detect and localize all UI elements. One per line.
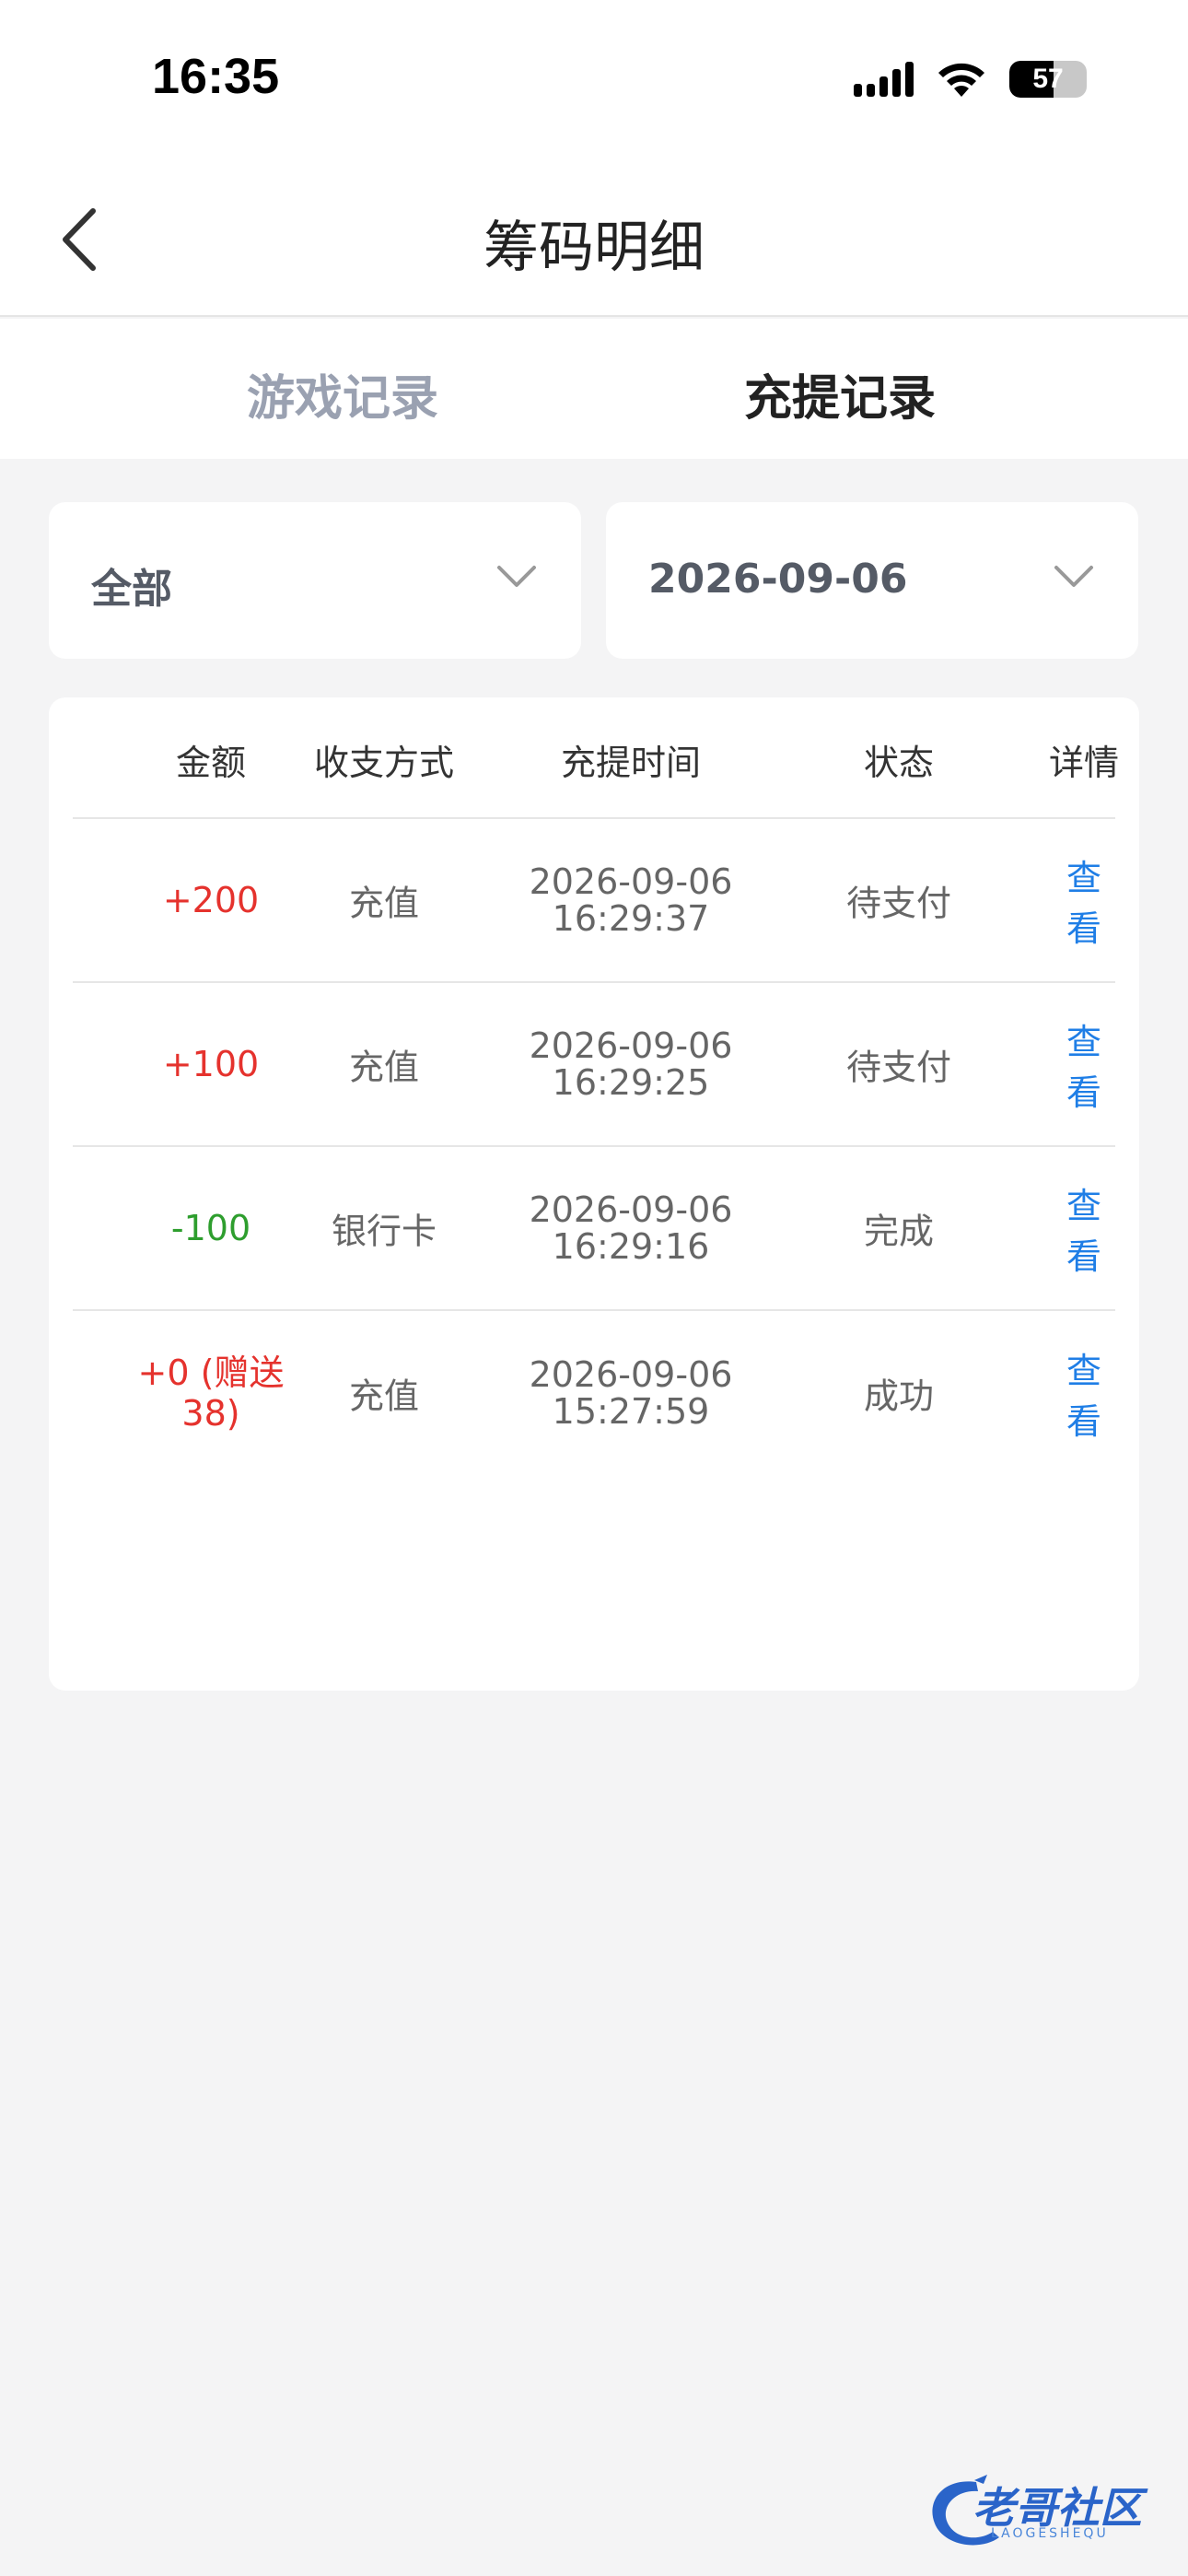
wifi-icon <box>938 63 984 97</box>
view-detail-link[interactable]: 查看 <box>1066 1013 1101 1115</box>
row-status: 待支付 <box>845 883 952 924</box>
chevron-down-icon <box>497 566 536 587</box>
row-time-text: 16:29:25 <box>552 1062 710 1103</box>
view-detail-link[interactable]: 查看 <box>1066 849 1101 951</box>
row-status: 成功 <box>863 1376 935 1417</box>
tab-game-records[interactable]: 游戏记录 <box>247 359 438 428</box>
row-status: 完成 <box>863 1211 935 1252</box>
row-amount-line1: +0 (赠送 <box>137 1352 285 1393</box>
date-filter-value: 2026-09-06 <box>648 556 908 603</box>
chevron-down-icon <box>1054 566 1093 587</box>
watermark-logo: 老哥社区 LAOGESHEQU <box>921 2469 1179 2561</box>
page: 16:35 57 筹码明细 游戏记录 充提记录 全部 2026-09-06 金额… <box>0 0 1188 2576</box>
row-date-text: 2026-09-06 <box>529 861 733 902</box>
table-row: +0 (赠送 38) 充值 2026-09-06 15:27:59 成功 查看 <box>73 1311 1115 1475</box>
column-header-time: 充提时间 <box>560 743 702 783</box>
column-header-detail: 详情 <box>1048 743 1120 783</box>
row-amount-line2: 38) <box>181 1393 240 1434</box>
row-time-text: 16:29:16 <box>552 1226 710 1267</box>
column-header-status: 状态 <box>863 743 935 783</box>
row-method: 充值 <box>348 883 420 924</box>
row-date-text: 2026-09-06 <box>529 1025 733 1066</box>
view-detail-link[interactable]: 查看 <box>1066 1177 1101 1279</box>
page-title: 筹码明细 <box>483 216 705 280</box>
row-method: 充值 <box>348 1376 420 1417</box>
row-status: 待支付 <box>845 1047 952 1088</box>
row-time-text: 15:27:59 <box>552 1391 710 1432</box>
row-amount: +0 (赠送 38) <box>128 1352 294 1434</box>
row-date-text: 2026-09-06 <box>529 1189 733 1230</box>
column-header-amount: 金额 <box>175 743 247 783</box>
status-icons: 57 <box>854 59 1087 100</box>
tab-recharge-records[interactable]: 充提记录 <box>744 359 936 428</box>
status-bar: 16:35 57 <box>0 0 1188 157</box>
row-time-text: 16:29:37 <box>552 898 710 939</box>
tab-bar: 游戏记录 充提记录 <box>0 319 1188 459</box>
battery-icon: 57 <box>1009 61 1087 98</box>
row-amount: +100 <box>162 1044 260 1084</box>
row-time: 2026-09-06 16:29:16 <box>502 1191 760 1265</box>
type-filter-value: 全部 <box>91 566 172 613</box>
row-time: 2026-09-06 16:29:25 <box>502 1027 760 1101</box>
row-method: 充值 <box>348 1047 420 1088</box>
row-method: 银行卡 <box>331 1211 437 1252</box>
row-date-text: 2026-09-06 <box>529 1354 733 1395</box>
table-row: +100 充值 2026-09-06 16:29:25 待支付 查看 <box>73 983 1115 1147</box>
row-time: 2026-09-06 15:27:59 <box>502 1356 760 1430</box>
column-header-method: 收支方式 <box>313 743 455 783</box>
status-time: 16:35 <box>152 49 280 104</box>
battery-level: 57 <box>1032 64 1064 94</box>
records-table: 金额 收支方式 充提时间 状态 详情 +200 充值 2026-09-06 16… <box>49 697 1139 1691</box>
view-detail-link[interactable]: 查看 <box>1066 1342 1101 1444</box>
table-row: -100 银行卡 2026-09-06 16:29:16 完成 查看 <box>73 1147 1115 1311</box>
watermark-subtext: LAOGESHEQU <box>991 2526 1109 2541</box>
row-amount: +200 <box>162 880 260 920</box>
table-row: +200 充值 2026-09-06 16:29:37 待支付 查看 <box>73 819 1115 983</box>
date-filter-dropdown[interactable]: 2026-09-06 <box>606 502 1138 659</box>
type-filter-dropdown[interactable]: 全部 <box>49 502 581 659</box>
row-time: 2026-09-06 16:29:37 <box>502 863 760 937</box>
table-header: 金额 收支方式 充提时间 状态 详情 <box>73 697 1119 819</box>
row-amount: -100 <box>170 1208 251 1248</box>
cellular-signal-icon <box>854 62 914 97</box>
nav-header: 筹码明细 <box>0 166 1188 317</box>
